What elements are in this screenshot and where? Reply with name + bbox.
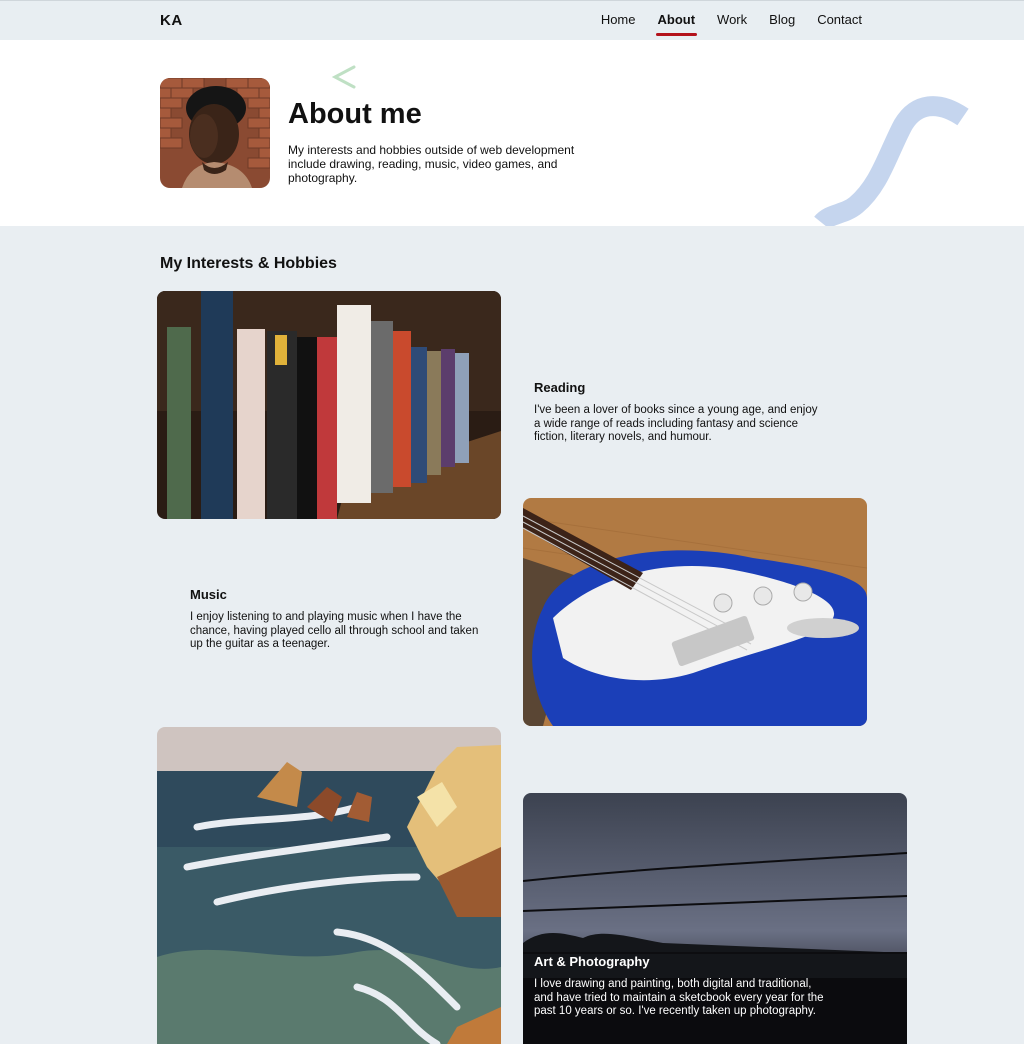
hobby-music: Music I enjoy listening to and playing m… xyxy=(190,587,480,652)
seascape-painting-image xyxy=(157,727,501,1044)
hobby-text: I've been a lover of books since a young… xyxy=(534,404,818,444)
nav-link-contact[interactable]: Contact xyxy=(817,12,862,31)
nav-link-blog[interactable]: Blog xyxy=(769,12,795,31)
hobby-reading: Reading I've been a lover of books since… xyxy=(534,380,824,445)
hobby-title: Music xyxy=(190,587,227,602)
nav-link-home[interactable]: Home xyxy=(601,12,636,31)
nav-link-work[interactable]: Work xyxy=(717,12,747,31)
hobby-title: Art & Photography xyxy=(534,954,650,969)
hero-section: About me My interests and hobbies outsid… xyxy=(0,40,1024,226)
hero-description: My interests and hobbies outside of web … xyxy=(288,143,575,185)
chevron-deco-icon xyxy=(331,65,356,89)
hobby-text: I enjoy listening to and playing music w… xyxy=(190,611,479,651)
hobby-title: Reading xyxy=(534,380,586,395)
profile-photo xyxy=(160,78,270,188)
top-nav: KA Home About Work Blog Contact xyxy=(0,0,1024,40)
nav-link-about[interactable]: About xyxy=(655,12,697,36)
page-title: About me xyxy=(288,98,422,130)
guitar-image xyxy=(523,498,867,726)
site-logo[interactable]: KA xyxy=(160,12,183,29)
hobby-art-photography: Art & Photography I love drawing and pai… xyxy=(534,954,824,1019)
hobby-text: I love drawing and painting, both digita… xyxy=(534,978,824,1018)
nav-links: Home About Work Blog Contact xyxy=(579,12,862,36)
squiggle-deco-icon xyxy=(814,96,969,226)
books-image xyxy=(157,291,501,519)
section-heading: My Interests & Hobbies xyxy=(160,255,337,272)
